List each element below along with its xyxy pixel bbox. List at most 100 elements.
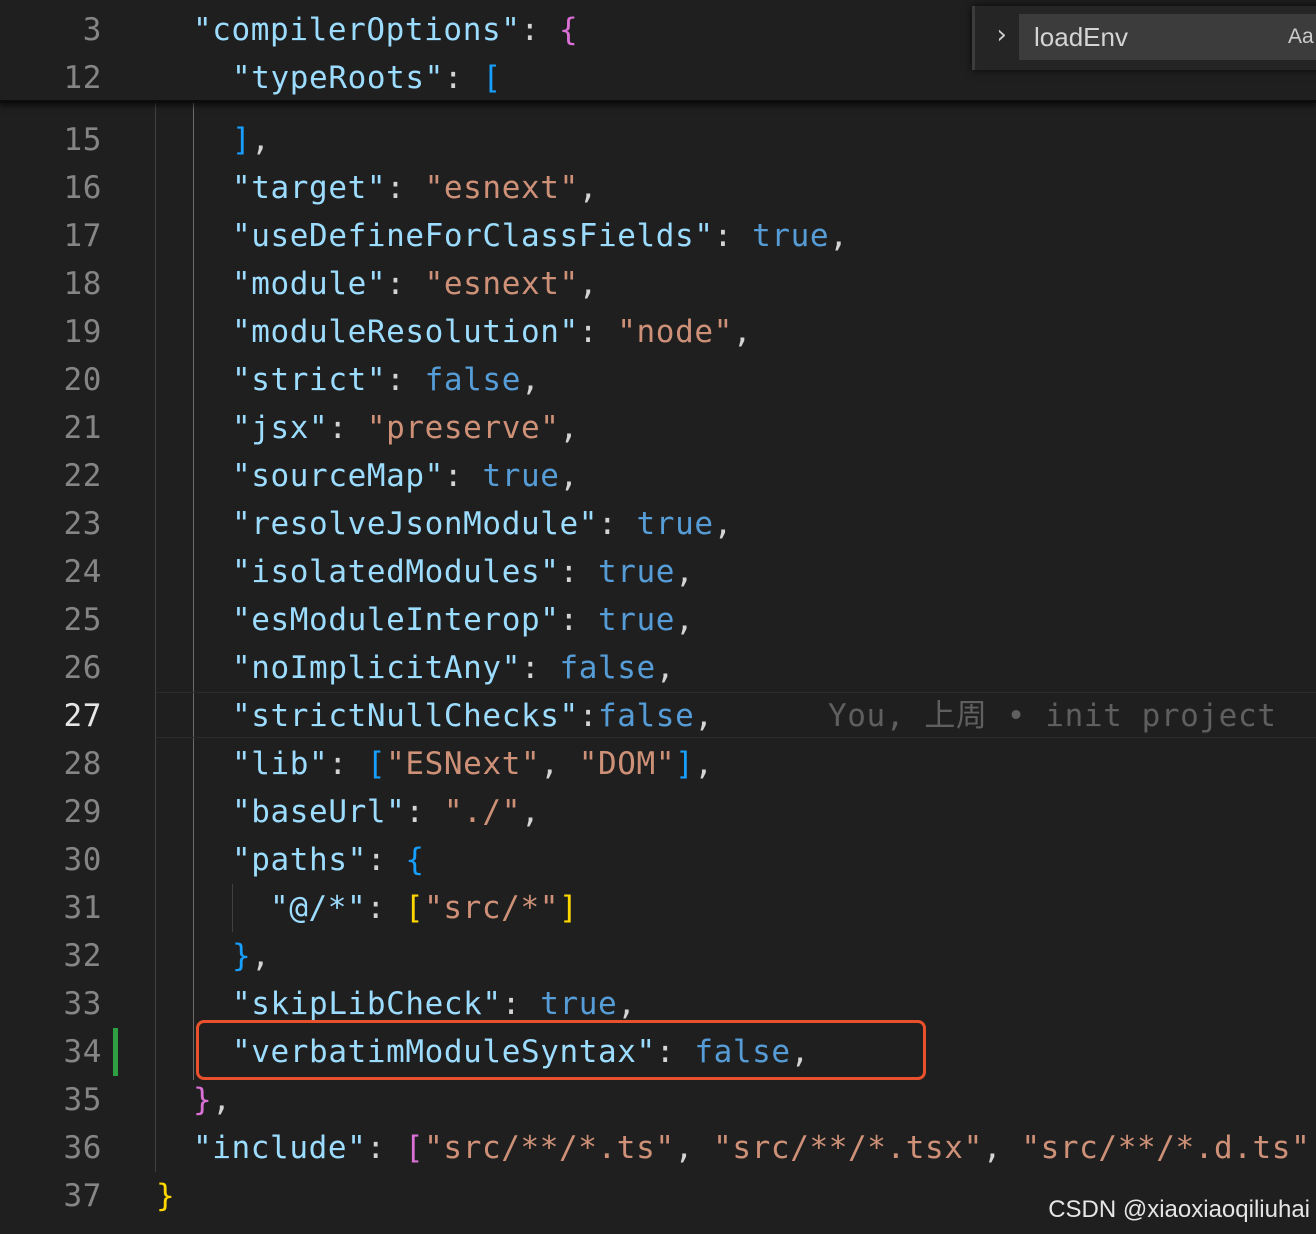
code-text: "noImplicitAny": false,	[232, 644, 675, 692]
code-line[interactable]: 21 "jsx": "preserve",	[0, 404, 1316, 452]
token: :	[501, 986, 541, 1022]
token: ,	[578, 170, 599, 206]
code-text: "include": ["src/**/*.ts", "src/**/*.tsx…	[193, 1124, 1316, 1172]
code-line[interactable]: 31 "@/*": ["src/*"]	[0, 884, 1316, 932]
toggle-replace-chevron-icon[interactable]: ›	[987, 20, 1017, 50]
token: "include"	[193, 1130, 367, 1166]
token: ,	[212, 1082, 232, 1118]
code-line[interactable]: 26 "noImplicitAny": false,	[0, 644, 1316, 692]
token: ,	[713, 506, 733, 542]
token: true	[540, 986, 618, 1022]
line-number: 12	[63, 60, 102, 96]
code-line[interactable]: 25 "esModuleInterop": true,	[0, 596, 1316, 644]
code-line[interactable]: 36 "include": ["src/**/*.ts", "src/**/*.t…	[0, 1124, 1316, 1172]
line-number: 31	[63, 890, 102, 926]
token: ,	[675, 602, 695, 638]
token: "resolveJsonModule"	[232, 506, 599, 542]
code-line[interactable]: 18 "module": "esnext",	[0, 260, 1316, 308]
token: "jsx"	[232, 410, 329, 446]
token: ,	[694, 746, 714, 782]
token: "esModuleInterop"	[232, 602, 560, 638]
code-line[interactable]: 24 "isolatedModules": true,	[0, 548, 1316, 596]
token: }	[193, 1082, 213, 1118]
token: "sourceMap"	[232, 458, 444, 494]
token: :	[559, 602, 599, 638]
code-text: "typeRoots": [	[232, 54, 502, 102]
code-text: "moduleResolution": "node",	[232, 308, 752, 356]
line-number: 26	[63, 650, 102, 686]
code-line[interactable]: 23 "resolveJsonModule": true,	[0, 500, 1316, 548]
token: {	[559, 12, 579, 48]
token: ,	[251, 122, 271, 158]
token: true	[598, 554, 676, 590]
token: :	[598, 506, 637, 542]
token: "strict"	[232, 362, 387, 398]
token: "typeRoots"	[232, 60, 444, 96]
line-number: 19	[63, 314, 102, 350]
token: ,	[982, 1130, 1022, 1166]
token: ,	[251, 938, 271, 974]
token: ,	[617, 986, 637, 1022]
line-number: 34	[63, 1034, 102, 1070]
token: ,	[732, 314, 753, 350]
token: :	[386, 362, 425, 398]
match-case-toggle[interactable]: Aa	[1288, 15, 1314, 59]
code-text: "strict": false,	[232, 356, 540, 404]
code-line[interactable]: 29 "baseUrl": "./",	[0, 788, 1316, 836]
code-text: }	[156, 1172, 175, 1220]
line-number: 18	[63, 266, 102, 302]
code-line[interactable]: 27 "strictNullChecks":false, You, 上周 • ini…	[0, 692, 1316, 740]
code-line[interactable]: 15],	[0, 116, 1316, 164]
annotation-highlight-box	[196, 1020, 926, 1080]
line-number: 16	[63, 170, 102, 206]
token: }	[232, 938, 252, 974]
code-line[interactable]: 32},	[0, 932, 1316, 980]
token: :	[386, 266, 425, 302]
token: false	[559, 650, 656, 686]
token: ]	[558, 890, 579, 926]
token: "compilerOptions"	[193, 12, 521, 48]
token: true	[752, 218, 830, 254]
line-number: 35	[63, 1082, 102, 1118]
line-number: 32	[63, 938, 102, 974]
token: {	[405, 842, 425, 878]
code-line[interactable]: 19 "moduleResolution": "node",	[0, 308, 1316, 356]
token: "@/*"	[270, 890, 367, 926]
token: "lib"	[232, 746, 329, 782]
token: "src/*"	[424, 890, 559, 926]
code-text: "sourceMap": true,	[232, 452, 579, 500]
code-text: },	[232, 932, 271, 980]
token: ,	[675, 554, 695, 590]
token: :	[520, 650, 560, 686]
token: ,	[540, 746, 579, 782]
token: ,	[674, 1130, 714, 1166]
code-line[interactable]: 20 "strict": false,	[0, 356, 1316, 404]
find-input[interactable]: loadEnv Aa	[1019, 14, 1316, 60]
code-text: "strictNullChecks":false,	[232, 692, 714, 740]
token: [	[404, 890, 425, 926]
code-line[interactable]: 16 "target": "esnext",	[0, 164, 1316, 212]
token: ,	[559, 458, 579, 494]
code-line[interactable]: 22 "sourceMap": true,	[0, 452, 1316, 500]
token: [	[366, 746, 387, 782]
code-text: "module": "esnext",	[232, 260, 598, 308]
token: "DOM"	[578, 746, 676, 782]
token: "strictNullChecks"	[232, 698, 579, 734]
code-line[interactable]: 28 "lib": ["ESNext", "DOM"],	[0, 740, 1316, 788]
code-line[interactable]: 30 "paths": {	[0, 836, 1316, 884]
token: "skipLibCheck"	[232, 986, 502, 1022]
code-text: "esModuleInterop": true,	[232, 596, 694, 644]
token: ]	[675, 746, 695, 782]
token: ]	[232, 122, 252, 158]
code-text: "@/*": ["src/*"]	[270, 884, 578, 932]
code-text: ],	[232, 116, 271, 164]
line-number: 28	[63, 746, 102, 782]
line-number: 24	[63, 554, 102, 590]
token: ,	[655, 650, 676, 686]
code-line[interactable]: 35},	[0, 1076, 1316, 1124]
token: "isolatedModules"	[232, 554, 560, 590]
token: true	[636, 506, 714, 542]
code-line[interactable]: 17 "useDefineForClassFields": true,	[0, 212, 1316, 260]
token: "target"	[232, 170, 387, 206]
line-number: 33	[63, 986, 102, 1022]
